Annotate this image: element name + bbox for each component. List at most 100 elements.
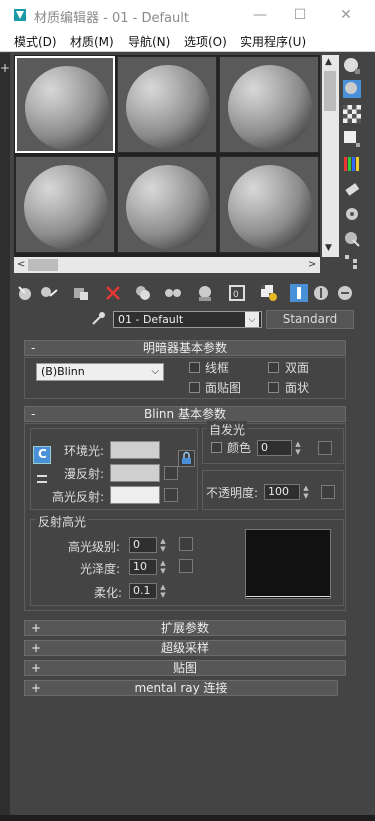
scroll-right-icon[interactable]: > [308,259,316,270]
right-toolbar [341,55,367,270]
sample-slot[interactable] [15,156,115,253]
put-to-library-icon[interactable] [196,284,214,302]
make-unique-icon[interactable] [164,284,182,302]
scroll-left-icon[interactable]: < [17,259,25,270]
material-name-value: 01 - Default [118,313,184,326]
go-forward-sibling-icon[interactable] [336,284,354,302]
specular-level-field[interactable]: 0 [129,537,157,553]
slots-horizontal-scrollbar[interactable]: < > [14,257,320,273]
self-illum-color-checkbox[interactable] [211,442,222,453]
expand-toggle: + [31,641,42,655]
show-end-result-icon[interactable] [290,284,308,302]
pick-material-eyedropper-icon[interactable] [90,311,106,327]
window-title: 材质编辑器 - 01 - Default [34,11,189,26]
window-title-bar: 材质编辑器 - 01 - Default — ☐ ✕ [0,0,375,30]
sample-slot[interactable] [15,56,115,153]
self-illum-spinner[interactable]: ▲ ▼ [294,440,302,456]
glossiness-label: 光泽度: [80,562,121,576]
close-button[interactable]: ✕ [336,6,356,24]
make-preview-icon[interactable] [343,180,361,198]
self-illumination-title: 自发光 [207,421,248,438]
material-map-navigator-icon[interactable] [343,253,361,271]
menu-utilities[interactable]: 实用程序(U) [240,33,306,50]
show-shaded-material-icon[interactable] [260,284,278,302]
rollout-supersampling[interactable]: + 超级采样 [24,640,346,656]
blinn-basic-params-header[interactable]: - Blinn 基本参数 [24,406,346,422]
opacity-label: 不透明度: [206,486,259,500]
chevron-down-icon: ⌵ [151,366,159,377]
sample-sphere [228,65,312,149]
material-type-button[interactable]: Standard [266,310,354,329]
wireframe-checkbox[interactable] [189,362,200,373]
sample-type-icon[interactable] [343,57,361,75]
background-checker-icon[interactable] [343,105,361,123]
glossiness-spinner[interactable]: ▲ ▼ [159,559,167,575]
sample-slot[interactable] [219,56,319,153]
scroll-thumb[interactable] [28,259,58,271]
self-illum-value-field[interactable]: 0 [257,440,292,456]
sample-sphere [228,165,312,249]
shader-type-dropdown[interactable]: (B)Blinn ⌵ [36,363,164,381]
diffuse-color-swatch[interactable] [110,464,160,482]
opacity-value-field[interactable]: 100 [264,484,300,500]
link-diffuse-specular-icon[interactable] [35,472,49,486]
get-material-icon[interactable] [16,284,34,302]
soften-field[interactable]: 0.1 [129,583,157,599]
options-icon[interactable] [343,205,361,223]
assign-material-icon[interactable] [72,284,90,302]
material-toolbar: 0 [14,284,359,304]
sample-sphere [24,165,108,249]
self-illum-map-button[interactable] [318,441,332,455]
lock-diffuse-specular-button[interactable] [178,450,195,467]
sample-uv-tiling-icon[interactable] [343,130,361,148]
menu-material[interactable]: 材质(M) [70,33,114,50]
backlight-icon[interactable] [343,80,361,98]
minimize-button[interactable]: — [250,6,270,24]
reset-material-icon[interactable] [104,284,122,302]
specular-map-button[interactable] [164,488,178,502]
opacity-spinner[interactable]: ▲ ▼ [302,484,310,500]
rollout-title: 超级采样 [160,641,209,655]
sample-slot[interactable] [219,156,319,253]
select-by-material-icon[interactable] [343,230,361,248]
slots-vertical-scrollbar[interactable]: ▲ ▼ [322,55,339,257]
sample-slot[interactable] [117,156,217,253]
video-color-check-icon[interactable] [343,155,361,173]
diffuse-map-button[interactable] [164,466,178,480]
scroll-down-icon[interactable]: ▼ [325,243,332,253]
rollout-extended-params[interactable]: + 扩展参数 [24,620,346,636]
faceted-checkbox[interactable] [268,382,279,393]
maximize-button[interactable]: ☐ [290,6,310,24]
soften-spinner[interactable]: ▲ ▼ [159,583,167,599]
rollout-maps[interactable]: + 贴图 [24,660,346,676]
self-illum-color-label: 颜色 [227,441,252,455]
go-to-parent-icon[interactable] [312,284,330,302]
scroll-up-icon[interactable]: ▲ [325,57,332,67]
chevron-down-icon: ⌵ [245,312,259,327]
opacity-map-button[interactable] [321,485,335,499]
glossiness-map-button[interactable] [179,559,193,573]
rollout-title: mental ray 连接 [134,681,228,695]
scroll-thumb[interactable] [324,71,336,111]
copy-material-icon[interactable] [134,284,152,302]
material-id-channel-icon[interactable]: 0 [228,284,246,302]
menu-navigation[interactable]: 导航(N) [128,33,170,50]
lock-ambient-diffuse-button[interactable]: C [33,446,51,464]
specular-color-swatch[interactable] [110,486,160,504]
menu-mode[interactable]: 模式(D) [14,33,57,50]
two-sided-checkbox[interactable] [268,362,279,373]
face-map-checkbox[interactable] [189,382,200,393]
specular-level-map-button[interactable] [179,537,193,551]
sample-slot[interactable] [117,56,217,153]
specular-level-spinner[interactable]: ▲ ▼ [159,537,167,553]
glossiness-field[interactable]: 10 [129,559,157,575]
material-name-dropdown[interactable]: 01 - Default ⌵ [113,311,262,328]
rollout-mental-ray-connection[interactable]: + mental ray 连接 [24,680,338,696]
shader-type-value: (B)Blinn [41,365,85,378]
ambient-color-swatch[interactable] [110,441,160,459]
shader-basic-params-header[interactable]: - 明暗器基本参数 [24,340,346,356]
rollout-title: 明暗器基本参数 [142,341,227,355]
menu-options[interactable]: 选项(O) [184,33,227,50]
put-material-to-scene-icon[interactable] [40,284,58,302]
specular-level-label: 高光级别: [68,540,121,554]
